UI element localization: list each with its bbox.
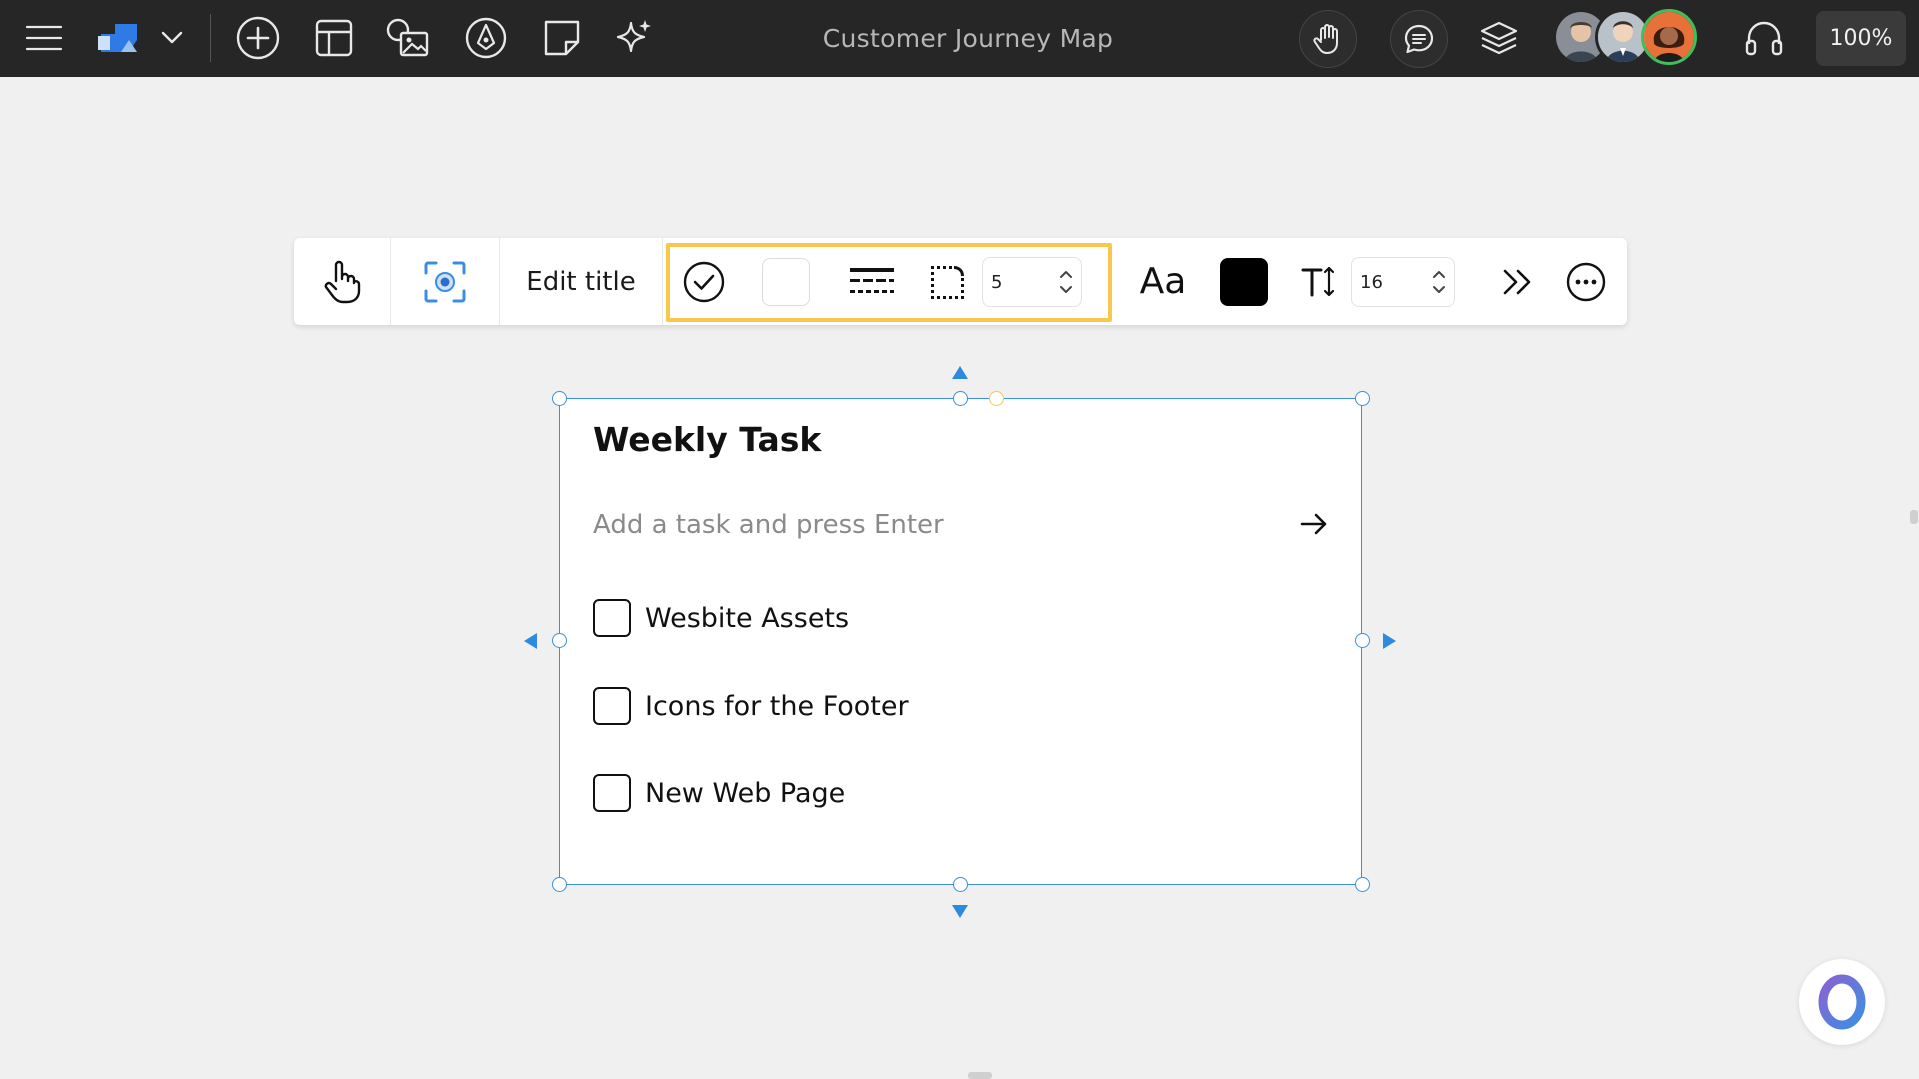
assistant-button[interactable] (1799, 959, 1885, 1045)
layers-icon[interactable] (1475, 14, 1523, 62)
rotate-handle[interactable] (989, 391, 1004, 406)
comments-button[interactable] (1390, 10, 1448, 68)
toolbar-separator (662, 238, 663, 325)
vertical-scroll-indicator[interactable] (1910, 510, 1918, 524)
pointer-hand-icon (324, 260, 361, 303)
fill-color-swatch[interactable] (762, 258, 810, 306)
task-item: New Web Page (593, 772, 845, 814)
zoom-level[interactable]: 100% (1816, 11, 1906, 66)
pen-draw-icon[interactable] (462, 14, 510, 62)
resize-handle-bottom-left[interactable] (552, 877, 567, 892)
arrow-right-icon (1300, 513, 1327, 535)
border-radius-icon (931, 265, 964, 299)
edit-title-button[interactable]: Edit title (500, 238, 662, 325)
font-size-value: 16 (1360, 272, 1383, 293)
checklist-toggle-button[interactable] (674, 238, 734, 325)
task-checkbox[interactable] (593, 774, 631, 812)
ellipsis-circle-icon (1566, 262, 1606, 301)
more-options-expand-button[interactable] (1490, 238, 1546, 325)
assistant-ring-icon (1818, 974, 1866, 1030)
text-size-icon (1301, 266, 1335, 296)
edit-title-label: Edit title (526, 266, 636, 297)
double-chevron-right-icon (1503, 269, 1531, 294)
app-logo-icon[interactable] (94, 14, 142, 62)
add-icon[interactable] (234, 14, 282, 62)
user-avatar-3[interactable] (1641, 9, 1697, 65)
chat-bubble-icon (1404, 24, 1434, 54)
task-item: Icons for the Footer (593, 685, 909, 727)
toolbar-divider (210, 14, 211, 62)
resize-handle-right[interactable] (1355, 633, 1370, 648)
check-circle-icon (683, 261, 725, 302)
stepper-arrows-icon[interactable] (1432, 268, 1446, 296)
line-style-icon (850, 267, 894, 293)
more-menu-button[interactable] (1558, 238, 1614, 325)
resize-handle-top-left[interactable] (552, 391, 567, 406)
hand-tool-button[interactable] (1299, 10, 1357, 68)
font-family-button[interactable]: Aa (1132, 238, 1194, 325)
add-task-input[interactable] (593, 505, 1313, 545)
image-shapes-icon[interactable] (384, 14, 432, 62)
task-item: Wesbite Assets (593, 597, 849, 639)
hamburger-menu-icon[interactable] (20, 14, 68, 62)
resize-handle-top[interactable] (953, 391, 968, 406)
connector-arrow-right-icon[interactable] (1383, 633, 1396, 649)
task-checkbox[interactable] (593, 687, 631, 725)
resize-handle-left[interactable] (552, 633, 567, 648)
resize-handle-top-right[interactable] (1355, 391, 1370, 406)
task-checkbox[interactable] (593, 599, 631, 637)
widget-title[interactable]: Weekly Task (593, 420, 821, 459)
border-width-stepper[interactable]: 5 (982, 257, 1082, 307)
chevron-down-icon[interactable] (152, 14, 192, 62)
hand-icon (1313, 24, 1338, 54)
headphones-icon[interactable] (1740, 14, 1788, 62)
border-width-value: 5 (991, 272, 1003, 293)
task-label[interactable]: Wesbite Assets (645, 603, 849, 634)
text-color-swatch[interactable] (1220, 258, 1268, 306)
ai-sparkle-icon[interactable] (610, 14, 658, 62)
collaborator-avatars[interactable] (1553, 9, 1698, 67)
document-title[interactable]: Customer Journey Map (740, 0, 1196, 77)
horizontal-scroll-indicator[interactable] (968, 1072, 992, 1079)
template-layout-icon[interactable] (310, 14, 358, 62)
widget-toolbar: Edit title 5 Aa 16 (294, 238, 1627, 325)
sticky-note-icon[interactable] (538, 14, 586, 62)
connector-arrow-down-icon[interactable] (952, 905, 968, 918)
resize-handle-bottom[interactable] (953, 877, 968, 892)
stepper-arrows-icon[interactable] (1059, 268, 1073, 296)
task-label[interactable]: New Web Page (645, 778, 845, 809)
text-size-button[interactable] (1294, 238, 1344, 325)
connector-arrow-up-icon[interactable] (952, 366, 968, 379)
border-style-button[interactable] (844, 238, 900, 325)
submit-task-button[interactable] (1300, 512, 1328, 536)
corner-radius-button[interactable] (926, 238, 968, 325)
resize-handle-bottom-right[interactable] (1355, 877, 1370, 892)
focus-target-icon (424, 261, 466, 302)
focus-button[interactable] (391, 238, 499, 325)
interact-button[interactable] (294, 238, 390, 325)
top-bar: Customer Journey Map 100% (0, 0, 1919, 77)
font-label: Aa (1139, 261, 1187, 302)
font-size-stepper[interactable]: 16 (1351, 257, 1455, 307)
task-label[interactable]: Icons for the Footer (645, 691, 909, 722)
connector-arrow-left-icon[interactable] (524, 633, 537, 649)
